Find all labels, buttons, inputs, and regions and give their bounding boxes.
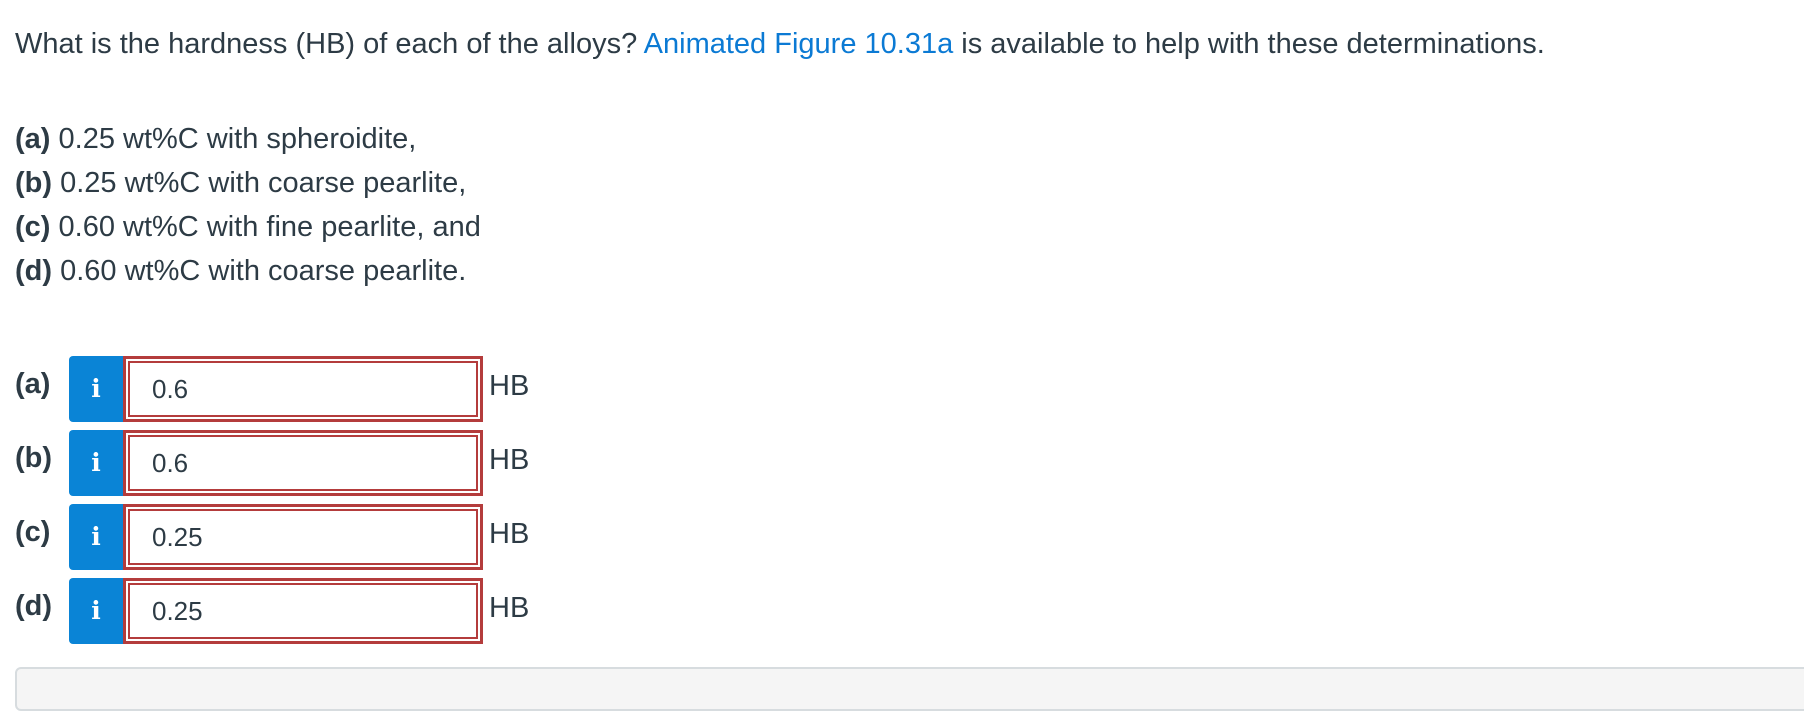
bottom-panel [15,667,1804,711]
info-icon[interactable]: i [69,356,123,422]
part-item-a: (a) 0.25 wt%C with spheroidite, [15,117,481,161]
answer-field-a[interactable]: 0.6 [123,356,483,422]
answer-input-value[interactable]: 0.6 [128,361,478,417]
answer-field-c[interactable]: 0.25 [123,504,483,570]
part-item-d: (d) 0.60 wt%C with coarse pearlite. [15,249,481,293]
answer-input-value[interactable]: 0.25 [128,583,478,639]
info-icon[interactable]: i [69,504,123,570]
part-text: 0.25 wt%C with coarse pearlite, [60,167,467,199]
animated-figure-link[interactable]: Animated Figure 10.31a [644,28,954,60]
question-prefix: What is the hardness (HB) of each of the… [15,28,638,60]
parts-list: (a) 0.25 wt%C with spheroidite, (b) 0.25… [15,117,481,293]
answer-field-d[interactable]: 0.25 [123,578,483,644]
part-label: (c) [15,211,51,243]
part-text: 0.25 wt%C with spheroidite, [58,123,417,155]
part-label: (b) [15,167,53,199]
part-label: (d) [15,255,53,287]
unit-label: HB [489,518,530,550]
answer-input-value[interactable]: 0.6 [128,435,478,491]
info-icon[interactable]: i [69,578,123,644]
part-item-c: (c) 0.60 wt%C with fine pearlite, and [15,205,481,249]
question-suffix: is available to help with these determin… [961,28,1545,60]
part-item-b: (b) 0.25 wt%C with coarse pearlite, [15,161,481,205]
part-text: 0.60 wt%C with coarse pearlite. [60,255,467,287]
unit-label: HB [489,444,530,476]
unit-label: HB [489,592,530,624]
question-text: What is the hardness (HB) of each of the… [15,26,1545,62]
part-text: 0.60 wt%C with fine pearlite, and [58,211,481,243]
answer-input-value[interactable]: 0.25 [128,509,478,565]
answer-field-b[interactable]: 0.6 [123,430,483,496]
answer-label: (b) [15,442,53,474]
part-label: (a) [15,123,51,155]
unit-label: HB [489,370,530,402]
answer-label: (a) [15,368,51,400]
info-icon[interactable]: i [69,430,123,496]
answer-label: (d) [15,590,53,622]
answer-label: (c) [15,516,51,548]
